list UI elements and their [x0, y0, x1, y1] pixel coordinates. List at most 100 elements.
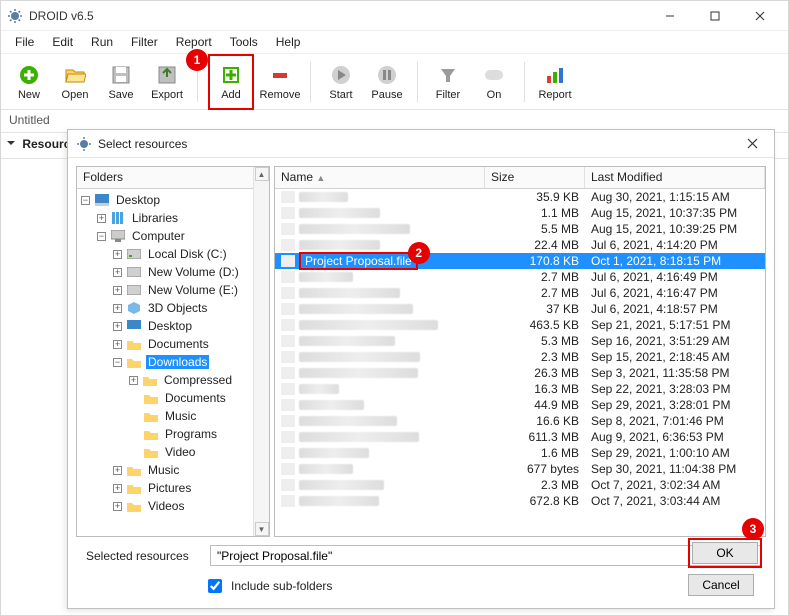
menu-filter[interactable]: Filter — [123, 33, 166, 51]
tree-documents[interactable]: +Documents — [77, 335, 253, 353]
chart-icon — [543, 63, 567, 87]
save-icon — [109, 63, 133, 87]
select-resources-dialog: Select resources Folders −Desktop +Libra… — [67, 129, 775, 609]
tree-desktop[interactable]: −Desktop — [77, 191, 253, 209]
drive-icon — [126, 283, 142, 297]
ok-button[interactable]: OK — [692, 542, 758, 564]
folder-icon — [142, 373, 158, 387]
include-subfolders-checkbox[interactable] — [208, 579, 222, 593]
folders-pane: Folders −Desktop +Libraries −Computer +L… — [76, 166, 270, 537]
open-button[interactable]: Open — [55, 57, 95, 107]
remove-icon — [268, 63, 292, 87]
filter-on-button[interactable]: On — [474, 57, 514, 107]
dialog-title-bar: Select resources — [68, 130, 774, 158]
tree-pictures[interactable]: +Pictures — [77, 479, 253, 497]
drive-icon — [126, 247, 142, 261]
file-row[interactable]: 22.4 MBJul 6, 2021, 4:14:20 PM — [275, 237, 765, 253]
selected-resources-label: Selected resources — [80, 549, 200, 563]
dialog-close-button[interactable] — [738, 130, 766, 158]
folder-icon — [126, 499, 142, 513]
file-row[interactable]: 611.3 MBAug 9, 2021, 6:36:53 PM — [275, 429, 765, 445]
tree-computer[interactable]: −Computer — [77, 227, 253, 245]
tree-compressed[interactable]: +Compressed — [77, 371, 253, 389]
tree-scrollbar[interactable]: ▲ ▼ — [253, 167, 269, 536]
funnel-icon — [436, 63, 460, 87]
export-button[interactable]: Export — [147, 57, 187, 107]
desktop-icon — [94, 193, 110, 207]
toolbar-separator — [417, 62, 418, 102]
toolbar-separator — [524, 62, 525, 102]
menu-run[interactable]: Run — [83, 33, 121, 51]
file-row[interactable]: 1.6 MBSep 29, 2021, 1:00:10 AM — [275, 445, 765, 461]
tree-new-e[interactable]: +New Volume (E:) — [77, 281, 253, 299]
start-button[interactable]: Start — [321, 57, 361, 107]
tree-downloads[interactable]: −Downloads — [77, 353, 253, 371]
tree-music[interactable]: +Music — [77, 461, 253, 479]
close-button[interactable] — [737, 2, 782, 30]
tree-programs[interactable]: Programs — [77, 425, 253, 443]
folders-header: Folders — [77, 167, 253, 189]
add-button[interactable]: Add — [211, 57, 251, 107]
file-row[interactable]: 1.1 MBAug 15, 2021, 10:37:35 PM — [275, 205, 765, 221]
menu-file[interactable]: File — [7, 33, 42, 51]
file-row[interactable]: 44.9 MBSep 29, 2021, 3:28:01 PM — [275, 397, 765, 413]
file-row[interactable]: 5.5 MBAug 15, 2021, 10:39:25 PM — [275, 221, 765, 237]
report-button[interactable]: Report — [535, 57, 575, 107]
new-button[interactable]: New — [9, 57, 49, 107]
menu-edit[interactable]: Edit — [44, 33, 81, 51]
file-row[interactable]: 2.3 MBOct 7, 2021, 3:02:34 AM — [275, 477, 765, 493]
tree-video[interactable]: Video — [77, 443, 253, 461]
callout-3: 3 — [742, 518, 764, 540]
menu-help[interactable]: Help — [268, 33, 309, 51]
file-row[interactable]: 5.3 MBSep 16, 2021, 3:51:29 AM — [275, 333, 765, 349]
pause-icon — [375, 63, 399, 87]
filter-button[interactable]: Filter — [428, 57, 468, 107]
col-modified[interactable]: Last Modified — [585, 167, 765, 188]
file-row[interactable]: 2.7 MBJul 6, 2021, 4:16:47 PM — [275, 285, 765, 301]
tree-3d-objects[interactable]: +3D Objects — [77, 299, 253, 317]
menu-tools[interactable]: Tools — [222, 33, 266, 51]
tree-desktop2[interactable]: +Desktop — [77, 317, 253, 335]
file-row[interactable]: 463.5 KBSep 21, 2021, 5:17:51 PM — [275, 317, 765, 333]
file-row[interactable]: 37 KBJul 6, 2021, 4:18:57 PM — [275, 301, 765, 317]
folder-icon — [143, 445, 159, 459]
folder-icon — [126, 355, 142, 369]
file-row[interactable]: 677 bytesSep 30, 2021, 11:04:38 PM — [275, 461, 765, 477]
file-row[interactable]: 2.7 MBJul 6, 2021, 4:16:49 PM — [275, 269, 765, 285]
tree-new-d[interactable]: +New Volume (D:) — [77, 263, 253, 281]
selected-resources-input[interactable] — [210, 545, 762, 566]
folder-icon — [143, 427, 159, 441]
cancel-button[interactable]: Cancel — [688, 574, 754, 596]
drive-icon — [126, 265, 142, 279]
tree-documents2[interactable]: Documents — [77, 389, 253, 407]
maximize-button[interactable] — [692, 2, 737, 30]
dialog-title: Select resources — [98, 137, 738, 151]
library-icon — [110, 211, 126, 225]
files-pane: Name ▲ Size Last Modified 35.9 KBAug 30,… — [274, 166, 766, 537]
file-row[interactable]: 2.3 MBSep 15, 2021, 2:18:45 AM — [275, 349, 765, 365]
folder-tree[interactable]: −Desktop +Libraries −Computer +Local Dis… — [77, 189, 253, 536]
window-title: DROID v6.5 — [29, 9, 647, 23]
file-row[interactable]: 672.8 KBOct 7, 2021, 3:03:44 AM — [275, 493, 765, 509]
pause-button[interactable]: Pause — [367, 57, 407, 107]
file-row[interactable]: 16.6 KBSep 8, 2021, 7:01:46 PM — [275, 413, 765, 429]
col-name[interactable]: Name ▲ — [275, 167, 485, 188]
desktop-icon — [126, 319, 142, 333]
new-icon — [17, 63, 41, 87]
file-row[interactable]: 16.3 MBSep 22, 2021, 3:28:03 PM — [275, 381, 765, 397]
tree-videos[interactable]: +Videos — [77, 497, 253, 515]
tree-local-c[interactable]: +Local Disk (C:) — [77, 245, 253, 263]
file-row[interactable]: Project Proposal.file2170.8 KBOct 1, 202… — [275, 253, 765, 269]
file-list[interactable]: 35.9 KBAug 30, 2021, 1:15:15 AM1.1 MBAug… — [275, 189, 765, 536]
tree-libraries[interactable]: +Libraries — [77, 209, 253, 227]
save-button[interactable]: Save — [101, 57, 141, 107]
col-size[interactable]: Size — [485, 167, 585, 188]
file-row[interactable]: 26.3 MBSep 3, 2021, 11:35:58 PM — [275, 365, 765, 381]
tree-music2[interactable]: Music — [77, 407, 253, 425]
folder-icon — [143, 409, 159, 423]
minimize-button[interactable] — [647, 2, 692, 30]
tab-untitled[interactable]: Untitled — [9, 113, 50, 127]
file-row[interactable]: 35.9 KBAug 30, 2021, 1:15:15 AM — [275, 189, 765, 205]
remove-button[interactable]: Remove — [260, 57, 300, 107]
title-bar: DROID v6.5 — [1, 1, 788, 31]
